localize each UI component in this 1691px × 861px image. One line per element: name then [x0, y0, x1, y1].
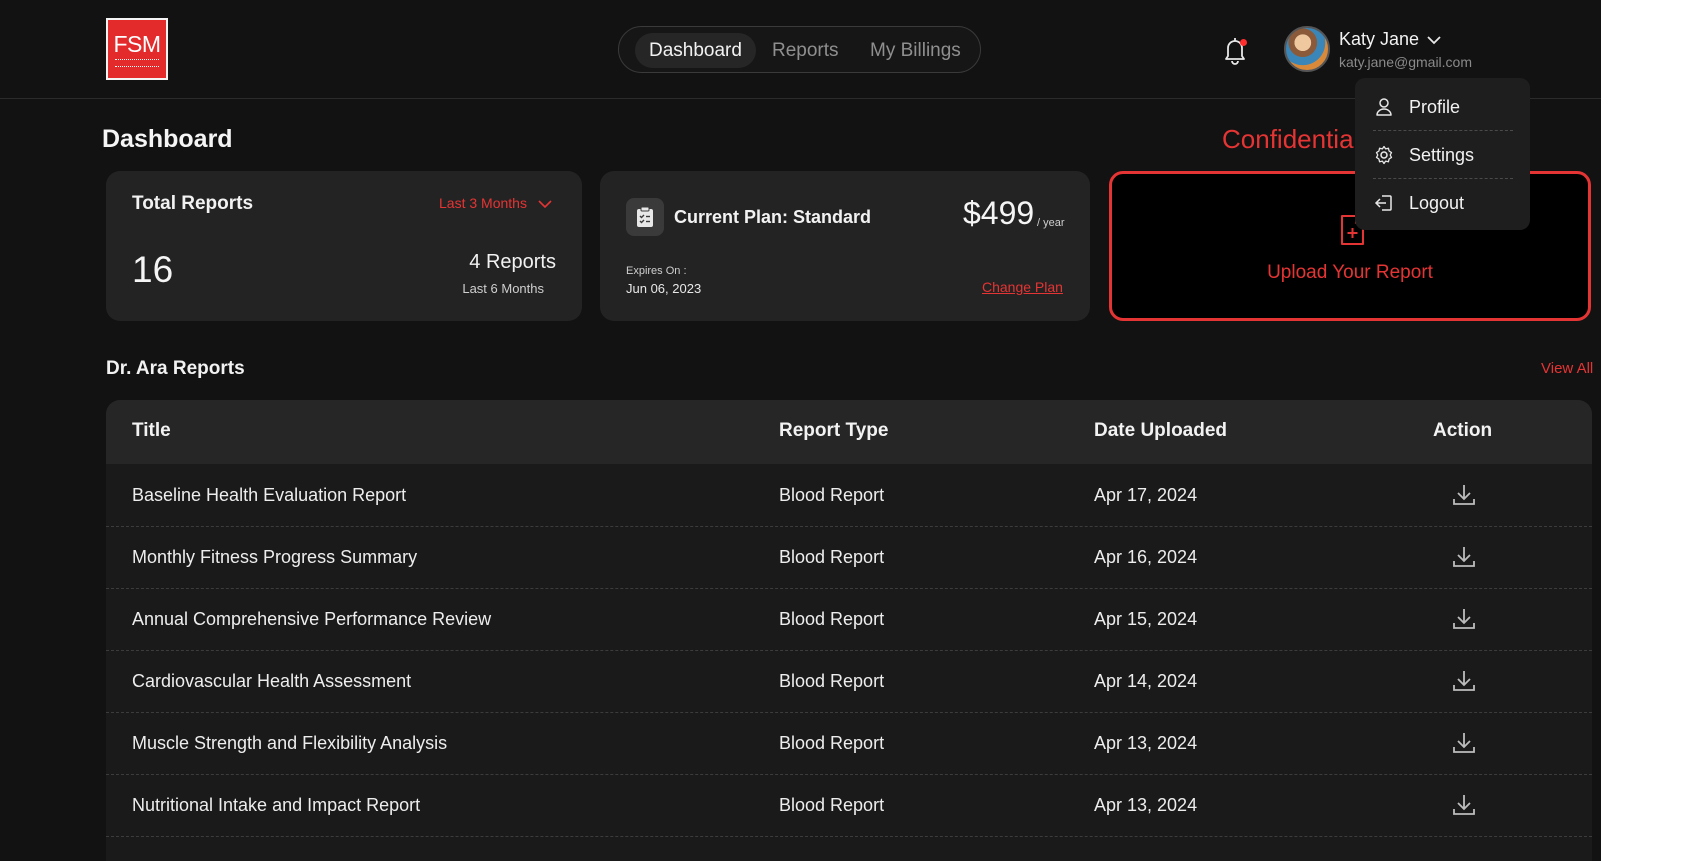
column-header-action: Action — [1433, 420, 1493, 441]
menu-item-label: Logout — [1409, 192, 1465, 213]
download-icon[interactable] — [1451, 482, 1477, 508]
chevron-down-icon[interactable] — [1426, 33, 1442, 47]
menu-item-label: Settings — [1409, 144, 1475, 165]
logo-text: FSM — [113, 30, 161, 57]
report-date: Apr 13, 2024 — [1094, 795, 1198, 815]
period-filter-dropdown[interactable]: Last 3 Months — [439, 195, 527, 211]
report-type: Blood Report — [779, 609, 885, 629]
menu-item-label: Profile — [1409, 96, 1461, 117]
table-row: Monthly Fitness Progress Summary Blood Re… — [106, 527, 1592, 589]
tab-dashboard[interactable]: Dashboard — [635, 33, 756, 68]
report-title: Baseline Health Evaluation Report — [132, 485, 407, 505]
column-header-report-type: Report Type — [779, 420, 889, 441]
total-reports-card: Total Reports Last 3 Months 16 4 Reports… — [106, 171, 582, 321]
report-type: Blood Report — [779, 795, 885, 815]
user-email: katy.jane@gmail.com — [1339, 54, 1472, 70]
report-date: Apr 16, 2024 — [1094, 547, 1198, 567]
menu-item-profile[interactable]: Profile — [1373, 91, 1513, 123]
secondary-reports-label: Last 6 Months — [462, 281, 544, 296]
app-window: FSM Dashboard Reports My Billings Katy J… — [0, 0, 1601, 861]
table-row: Baseline Health Evaluation Report Blood R… — [106, 465, 1592, 527]
upload-label: Upload Your Report — [1267, 262, 1433, 283]
view-all-link[interactable]: View All — [1541, 360, 1593, 377]
plan-period: / year — [1037, 217, 1065, 229]
change-plan-link[interactable]: Change Plan — [982, 279, 1063, 295]
user-icon — [1373, 96, 1395, 118]
main-nav: Dashboard Reports My Billings — [618, 26, 981, 73]
expires-date: Jun 06, 2023 — [626, 281, 702, 296]
total-reports-title: Total Reports — [132, 193, 254, 214]
fsm-logo[interactable]: FSM — [106, 18, 168, 80]
logout-icon — [1373, 192, 1395, 214]
chevron-down-icon[interactable] — [538, 197, 552, 209]
expires-label: Expires On : — [626, 265, 687, 277]
report-date: Apr 15, 2024 — [1094, 609, 1198, 629]
table-row: Annual Comprehensive Performance Review B… — [106, 589, 1592, 651]
download-icon[interactable] — [1451, 668, 1477, 694]
report-date: Apr 13, 2024 — [1094, 733, 1198, 753]
secondary-reports-value: 4 Reports — [469, 251, 556, 273]
user-name[interactable]: Katy Jane — [1339, 29, 1419, 50]
table-row: Cardiovascular Health Assessment Blood Re… — [106, 651, 1592, 713]
report-title: Annual Comprehensive Performance Review — [132, 609, 492, 629]
report-date: Apr 14, 2024 — [1094, 671, 1198, 691]
total-reports-value: 16 — [132, 249, 174, 290]
divider — [1373, 130, 1513, 131]
logo-tagline-graphic — [115, 58, 159, 67]
report-type: Blood Report — [779, 485, 885, 505]
table-row: Muscle Strength and Flexibility Analysis… — [106, 713, 1592, 775]
download-icon[interactable] — [1451, 792, 1477, 818]
download-icon[interactable] — [1451, 730, 1477, 756]
report-type: Blood Report — [779, 671, 885, 691]
report-type: Blood Report — [779, 547, 885, 567]
report-type: Blood Report — [779, 733, 885, 753]
table-row: Nutritional Intake and Impact Report Bloo… — [106, 775, 1592, 837]
download-icon[interactable] — [1451, 606, 1477, 632]
column-header-date-uploaded: Date Uploaded — [1094, 420, 1228, 441]
tab-reports[interactable]: Reports — [758, 33, 853, 68]
notification-dot — [1240, 39, 1247, 46]
menu-item-settings[interactable]: Settings — [1373, 139, 1513, 171]
section-title: Dr. Ara Reports — [106, 358, 245, 379]
bell-icon[interactable] — [1220, 34, 1250, 66]
menu-item-logout[interactable]: Logout — [1373, 187, 1513, 219]
gear-icon — [1373, 144, 1395, 166]
reports-table: Title Report Type Date Uploaded Action B… — [106, 400, 1592, 861]
table-header: Title Report Type Date Uploaded Action — [106, 400, 1592, 464]
plan-price: $499 — [963, 195, 1035, 231]
current-plan-card: Current Plan: Standard $499 / year Expir… — [600, 171, 1090, 321]
user-dropdown-menu: Profile Settings Logout — [1355, 78, 1530, 230]
divider — [1373, 178, 1513, 179]
report-title: Cardiovascular Health Assessment — [132, 671, 412, 691]
download-icon[interactable] — [1451, 544, 1477, 570]
avatar[interactable] — [1284, 26, 1330, 72]
report-title: Nutritional Intake and Impact Report — [132, 795, 421, 815]
report-date: Apr 17, 2024 — [1094, 485, 1198, 505]
plan-title: Current Plan: Standard — [674, 207, 872, 227]
confidential-label: Confidentia — [1222, 124, 1354, 154]
column-header-title: Title — [132, 420, 171, 441]
report-title: Muscle Strength and Flexibility Analysis — [132, 733, 448, 753]
page-title: Dashboard — [102, 125, 233, 153]
tab-my-billings[interactable]: My Billings — [856, 33, 975, 68]
clipboard-check-icon — [626, 198, 664, 236]
report-title: Monthly Fitness Progress Summary — [132, 547, 418, 567]
